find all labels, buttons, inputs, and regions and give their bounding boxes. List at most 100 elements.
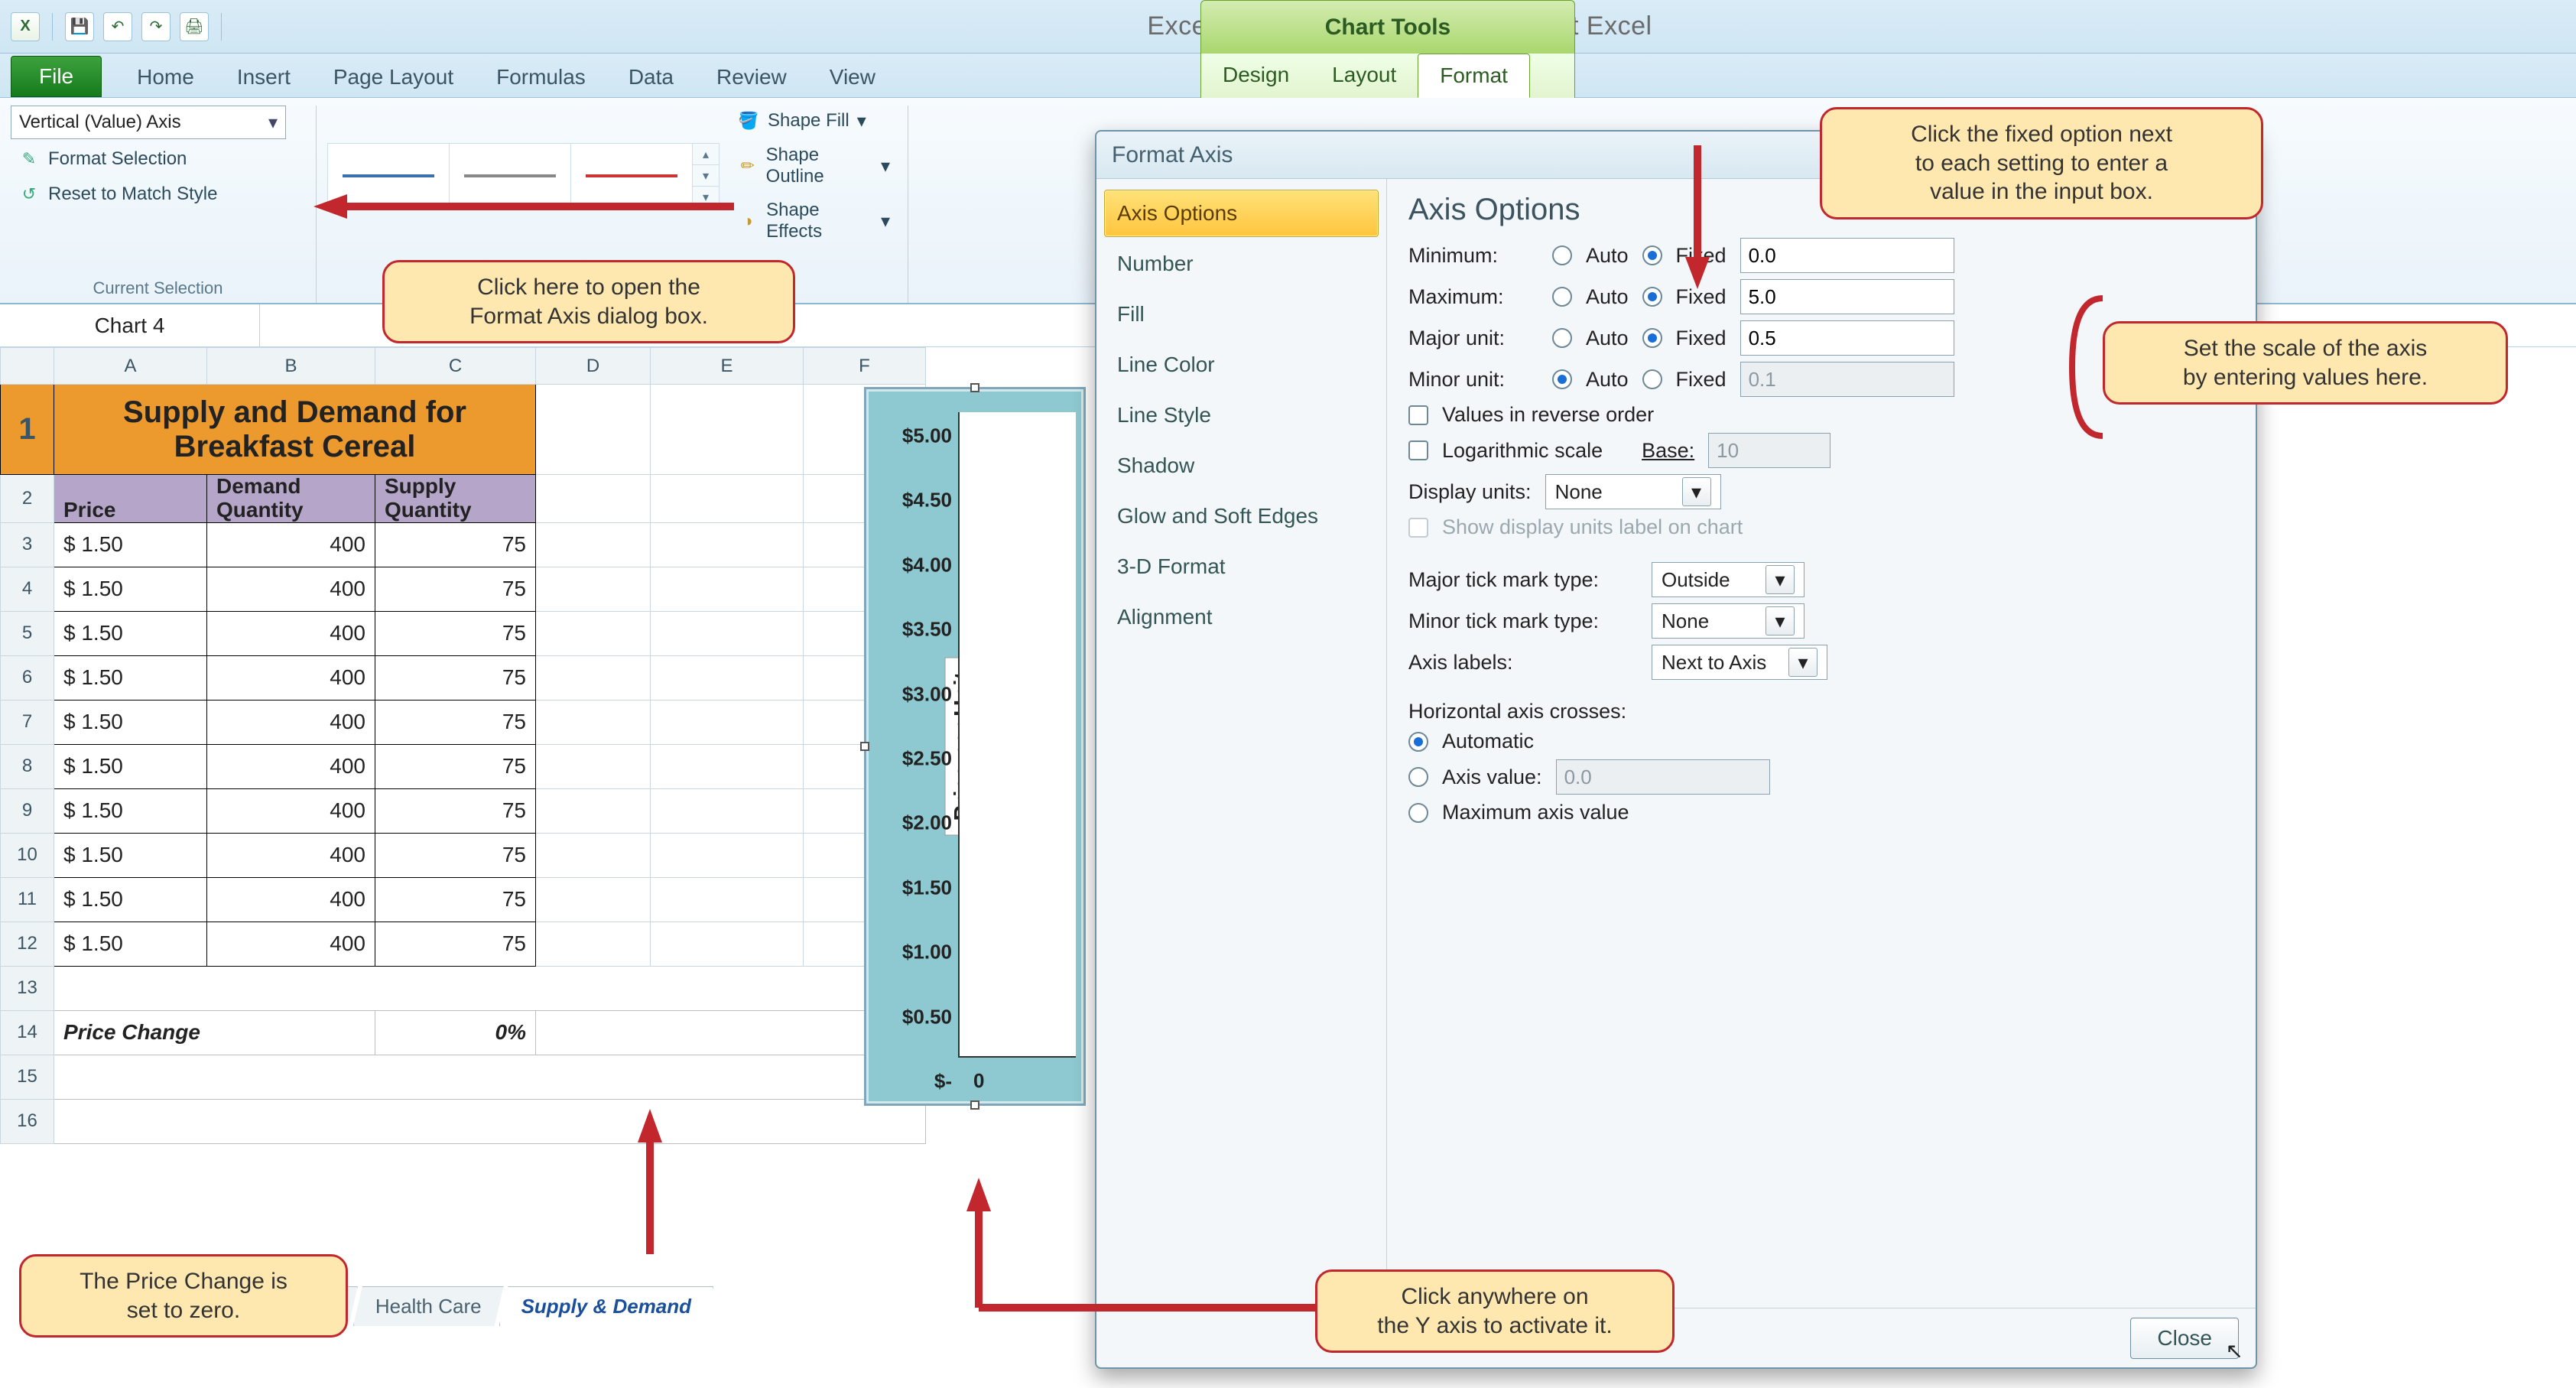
- max-value-input[interactable]: [1740, 279, 1954, 314]
- chart-element-selector[interactable]: Vertical (Value) Axis ▾: [11, 106, 286, 139]
- cell[interactable]: 75: [375, 567, 536, 611]
- tab-home[interactable]: Home: [115, 56, 216, 97]
- cell[interactable]: [651, 922, 804, 966]
- cell[interactable]: 75: [375, 655, 536, 700]
- chart-resize-handle[interactable]: [970, 1100, 979, 1110]
- cell[interactable]: $ 1.50: [54, 655, 207, 700]
- tab-insert[interactable]: Insert: [216, 56, 312, 97]
- row-header-5[interactable]: 5: [1, 611, 54, 655]
- shape-style-gallery-more[interactable]: ▴▾▾: [692, 143, 720, 209]
- row-header-6[interactable]: 6: [1, 655, 54, 700]
- major-tick-select[interactable]: Outside▾: [1652, 562, 1804, 597]
- chart-resize-handle[interactable]: [970, 383, 979, 392]
- cell[interactable]: 400: [207, 655, 375, 700]
- col-header-a[interactable]: A: [54, 348, 207, 385]
- cell[interactable]: [536, 700, 651, 744]
- cell[interactable]: 75: [375, 877, 536, 922]
- dialog-nav-axis-options[interactable]: Axis Options: [1104, 190, 1379, 237]
- row-header-15[interactable]: 15: [1, 1055, 54, 1099]
- cell[interactable]: 75: [375, 833, 536, 877]
- cell[interactable]: [651, 833, 804, 877]
- major-unit-input[interactable]: [1740, 320, 1954, 356]
- cell-header-price[interactable]: Price: [54, 475, 207, 523]
- tab-view[interactable]: View: [808, 56, 897, 97]
- major-auto-radio[interactable]: [1552, 328, 1572, 348]
- row-header-12[interactable]: 12: [1, 922, 54, 966]
- cell[interactable]: [651, 788, 804, 833]
- row-header-13[interactable]: 13: [1, 966, 54, 1010]
- cell-price-change-value[interactable]: 0%: [375, 1010, 536, 1055]
- tab-chart-format[interactable]: Format: [1418, 54, 1530, 98]
- row-header-2[interactable]: 2: [1, 475, 54, 523]
- reverse-order-checkbox[interactable]: [1408, 405, 1428, 425]
- cell[interactable]: [536, 922, 651, 966]
- cell[interactable]: 75: [375, 611, 536, 655]
- cell[interactable]: [651, 655, 804, 700]
- tab-chart-design[interactable]: Design: [1201, 54, 1311, 98]
- cell[interactable]: 75: [375, 922, 536, 966]
- min-value-input[interactable]: [1740, 238, 1954, 273]
- tab-chart-layout[interactable]: Layout: [1311, 54, 1418, 98]
- shape-style-swatch-3[interactable]: [570, 143, 693, 209]
- cell[interactable]: [54, 1055, 926, 1099]
- sheet-tab-supply-demand[interactable]: Supply & Demand: [499, 1286, 713, 1326]
- cell[interactable]: [536, 385, 651, 475]
- dialog-nav-shadow[interactable]: Shadow: [1104, 442, 1379, 489]
- cell[interactable]: 75: [375, 788, 536, 833]
- cell[interactable]: [54, 1099, 926, 1143]
- tab-page-layout[interactable]: Page Layout: [312, 56, 475, 97]
- minor-tick-select[interactable]: None▾: [1652, 603, 1804, 639]
- max-fixed-radio[interactable]: [1642, 287, 1662, 307]
- cell[interactable]: 400: [207, 611, 375, 655]
- cell-header-supply[interactable]: Supply Quantity: [375, 475, 536, 523]
- name-box[interactable]: Chart 4: [0, 304, 260, 346]
- row-header-3[interactable]: 3: [1, 522, 54, 567]
- min-auto-radio[interactable]: [1552, 245, 1572, 265]
- reset-to-match-style-button[interactable]: ↺ Reset to Match Style: [11, 179, 305, 210]
- max-auto-radio[interactable]: [1552, 287, 1572, 307]
- select-all-corner[interactable]: [1, 348, 54, 385]
- format-selection-button[interactable]: ✎ Format Selection: [11, 144, 305, 174]
- cell[interactable]: $ 1.50: [54, 700, 207, 744]
- crosses-auto-radio[interactable]: [1408, 732, 1428, 752]
- cell[interactable]: 400: [207, 700, 375, 744]
- dialog-nav-line-color[interactable]: Line Color: [1104, 341, 1379, 388]
- axis-labels-select[interactable]: Next to Axis▾: [1652, 645, 1827, 680]
- cell[interactable]: 400: [207, 877, 375, 922]
- cell[interactable]: $ 1.50: [54, 922, 207, 966]
- row-header-10[interactable]: 10: [1, 833, 54, 877]
- display-units-select[interactable]: None▾: [1545, 474, 1721, 509]
- tab-formulas[interactable]: Formulas: [475, 56, 607, 97]
- cell[interactable]: [536, 475, 651, 523]
- cell[interactable]: [536, 655, 651, 700]
- col-header-d[interactable]: D: [536, 348, 651, 385]
- cell-title[interactable]: Supply and Demand for Breakfast Cereal: [54, 385, 536, 475]
- dialog-close-button[interactable]: Close: [2130, 1318, 2239, 1359]
- cell[interactable]: $ 1.50: [54, 611, 207, 655]
- cell[interactable]: [536, 744, 651, 788]
- crosses-value-radio[interactable]: [1408, 767, 1428, 787]
- excel-app-icon[interactable]: X: [11, 12, 40, 41]
- dialog-nav-3-d-format[interactable]: 3-D Format: [1104, 543, 1379, 590]
- min-fixed-radio[interactable]: [1642, 245, 1662, 265]
- dialog-nav-line-style[interactable]: Line Style: [1104, 392, 1379, 439]
- cell[interactable]: [536, 611, 651, 655]
- cell[interactable]: 75: [375, 522, 536, 567]
- cell[interactable]: [536, 788, 651, 833]
- cell[interactable]: $ 1.50: [54, 567, 207, 611]
- dialog-nav-number[interactable]: Number: [1104, 240, 1379, 288]
- minor-auto-radio[interactable]: [1552, 369, 1572, 389]
- cell[interactable]: [651, 700, 804, 744]
- tab-data[interactable]: Data: [607, 56, 695, 97]
- cell[interactable]: [651, 877, 804, 922]
- cell[interactable]: [54, 966, 926, 1010]
- shape-outline-button[interactable]: ✏Shape Outline ▾: [730, 141, 897, 191]
- col-header-f[interactable]: F: [804, 348, 926, 385]
- tab-file[interactable]: File: [11, 56, 102, 97]
- major-fixed-radio[interactable]: [1642, 328, 1662, 348]
- cell[interactable]: [536, 567, 651, 611]
- cell[interactable]: $ 1.50: [54, 522, 207, 567]
- row-header-8[interactable]: 8: [1, 744, 54, 788]
- row-header-7[interactable]: 7: [1, 700, 54, 744]
- col-header-b[interactable]: B: [207, 348, 375, 385]
